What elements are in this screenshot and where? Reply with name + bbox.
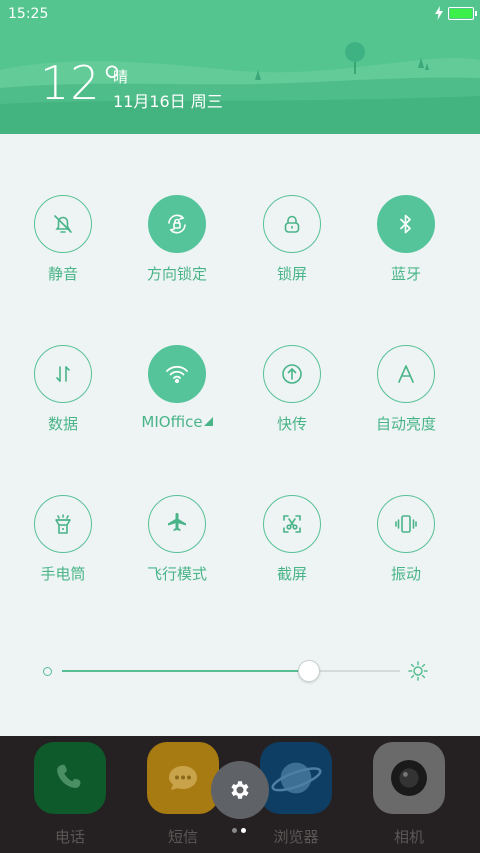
dock-app-message[interactable]: 短信 bbox=[145, 742, 221, 847]
app-label: 短信 bbox=[167, 828, 198, 846]
toggle-rotation-lock[interactable]: 方向锁定 bbox=[127, 195, 227, 284]
temperature: 12° bbox=[40, 56, 125, 110]
dock-app-browser[interactable]: 浏览器 bbox=[258, 742, 334, 847]
battery-icon bbox=[448, 7, 477, 20]
mute-bell-icon bbox=[50, 211, 76, 237]
weather-header: 15:25 12° 晴 11月16日 周三 bbox=[0, 0, 480, 134]
brightness-low-icon bbox=[43, 667, 52, 676]
status-bar: 15:25 bbox=[8, 6, 477, 24]
status-time: 15:25 bbox=[8, 6, 49, 22]
toggle-auto-brightness[interactable]: 自动亮度 bbox=[356, 345, 456, 434]
quick-transfer-toggle-button[interactable] bbox=[263, 345, 321, 403]
brightness-high-icon bbox=[408, 661, 428, 681]
page-indicator bbox=[232, 828, 252, 834]
toggle-label: 蓝牙 bbox=[390, 265, 421, 283]
dock-app-camera[interactable]: 相机 bbox=[371, 742, 447, 847]
wifi-icon bbox=[164, 361, 190, 387]
mobile-data-icon bbox=[50, 361, 76, 387]
toggle-bluetooth[interactable]: 蓝牙 bbox=[356, 195, 456, 284]
lock-icon bbox=[279, 211, 305, 237]
page-dot bbox=[241, 828, 246, 833]
message-icon bbox=[147, 742, 219, 814]
lock-toggle-button[interactable] bbox=[263, 195, 321, 253]
mobile-data-toggle-button[interactable] bbox=[34, 345, 92, 403]
mute-bell-toggle-button[interactable] bbox=[34, 195, 92, 253]
vibrate-icon bbox=[393, 511, 419, 537]
toggle-lock[interactable]: 锁屏 bbox=[242, 195, 342, 284]
toggle-label: 自动亮度 bbox=[375, 415, 436, 433]
charging-bolt-icon bbox=[434, 6, 444, 24]
flashlight-toggle-button[interactable] bbox=[34, 495, 92, 553]
screenshot-icon bbox=[279, 511, 305, 537]
screenshot-toggle-button[interactable] bbox=[263, 495, 321, 553]
auto-brightness-icon bbox=[393, 361, 419, 387]
gear-icon bbox=[231, 781, 249, 799]
bluetooth-toggle-button[interactable] bbox=[377, 195, 435, 253]
battery-fill bbox=[450, 9, 472, 18]
toggle-flashlight[interactable]: 手电筒 bbox=[13, 495, 113, 584]
dock-app-phone[interactable]: 电话 bbox=[32, 742, 108, 847]
bluetooth-icon bbox=[393, 211, 419, 237]
wifi-more-indicator[interactable] bbox=[203, 417, 213, 426]
quick-transfer-icon bbox=[279, 361, 305, 387]
toggle-label: 截屏 bbox=[276, 565, 307, 583]
toggle-label: 振动 bbox=[390, 565, 421, 583]
app-label: 相机 bbox=[393, 828, 424, 846]
toggle-quick-transfer[interactable]: 快传 bbox=[242, 345, 342, 434]
camera-icon bbox=[373, 742, 445, 814]
toggle-label: 手电筒 bbox=[40, 565, 86, 583]
auto-brightness-toggle-button[interactable] bbox=[377, 345, 435, 403]
toggle-label: 锁屏 bbox=[276, 265, 307, 283]
wifi-network-name: MIOffice bbox=[141, 413, 203, 431]
flashlight-icon bbox=[50, 511, 76, 537]
brightness-fill bbox=[62, 670, 309, 672]
page-dot bbox=[232, 828, 237, 833]
toggle-label: 飞行模式 bbox=[146, 565, 207, 583]
airplane-icon bbox=[164, 511, 190, 537]
weather-date: 11月16日 周三 bbox=[113, 92, 223, 111]
phone-icon bbox=[34, 742, 106, 814]
toggle-vibrate[interactable]: 振动 bbox=[356, 495, 456, 584]
toggle-mute-bell[interactable]: 静音 bbox=[13, 195, 113, 284]
app-label: 浏览器 bbox=[273, 828, 319, 846]
toggle-label: MIOffice bbox=[127, 413, 227, 431]
settings-button[interactable] bbox=[211, 761, 269, 819]
app-label: 电话 bbox=[54, 828, 85, 846]
toggle-screenshot[interactable]: 截屏 bbox=[242, 495, 342, 584]
rotation-lock-toggle-button[interactable] bbox=[148, 195, 206, 253]
toggle-airplane[interactable]: 飞行模式 bbox=[127, 495, 227, 584]
wifi-toggle-button[interactable] bbox=[148, 345, 206, 403]
toggle-label: 方向锁定 bbox=[146, 265, 207, 283]
brightness-track[interactable] bbox=[62, 670, 400, 672]
toggle-label: 快传 bbox=[276, 415, 307, 433]
vibrate-toggle-button[interactable] bbox=[377, 495, 435, 553]
toggle-wifi[interactable]: MIOffice bbox=[127, 345, 227, 431]
toggle-label: 数据 bbox=[47, 415, 78, 433]
browser-icon bbox=[260, 742, 332, 814]
weather-condition: 晴 bbox=[113, 68, 129, 86]
brightness-thumb[interactable] bbox=[297, 660, 320, 682]
toggle-label: 静音 bbox=[47, 265, 78, 283]
airplane-toggle-button[interactable] bbox=[148, 495, 206, 553]
rotation-lock-icon bbox=[164, 211, 190, 237]
toggle-mobile-data[interactable]: 数据 bbox=[13, 345, 113, 434]
